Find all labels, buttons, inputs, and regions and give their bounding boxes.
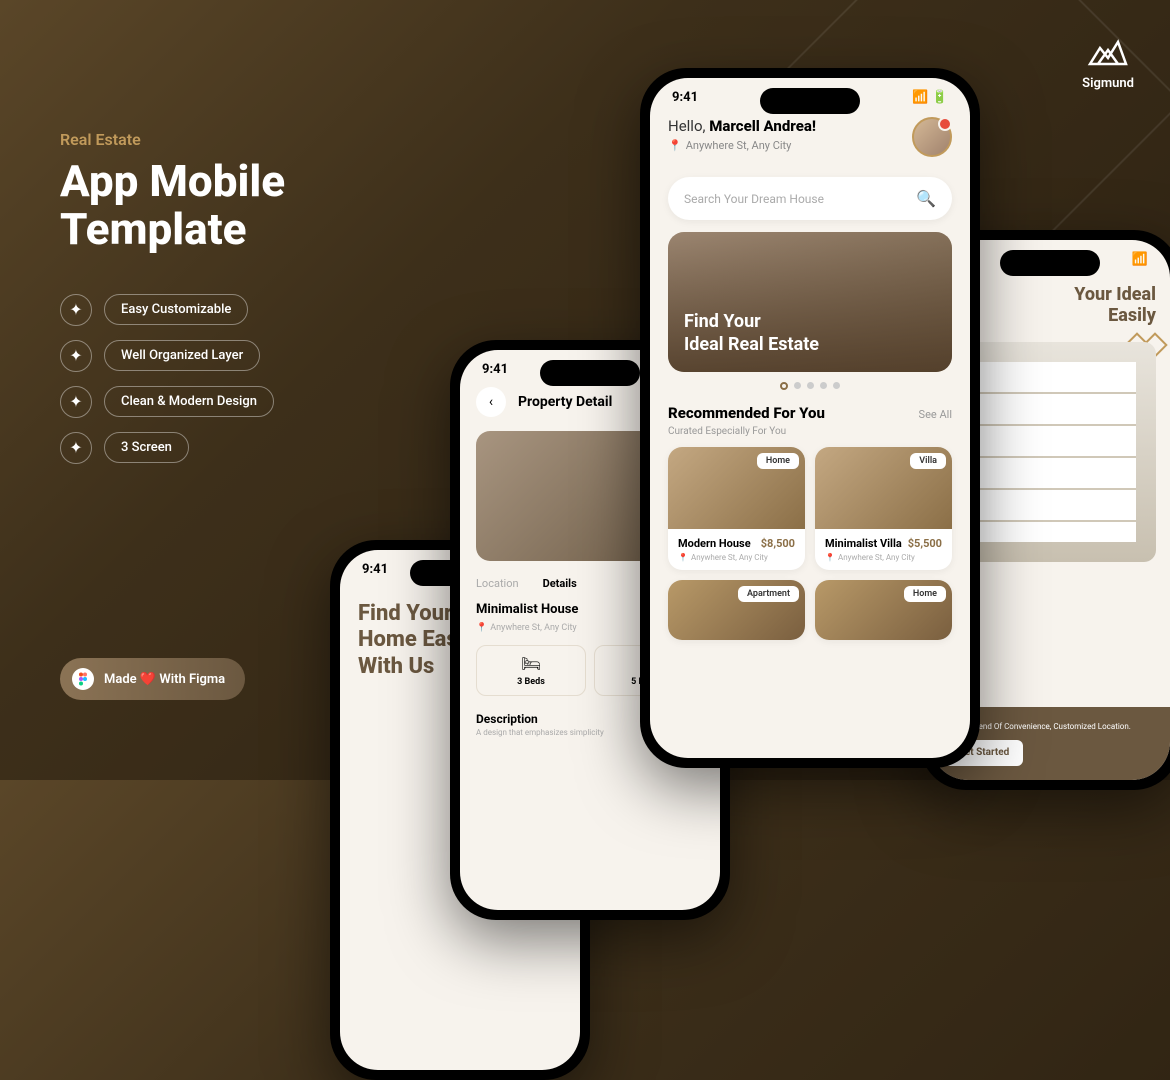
sparkle-icon: ✦ [60, 340, 92, 372]
card-location: 📍Anywhere St, Any City [678, 553, 795, 562]
greeting: Hello, Marcell Andrea! [668, 117, 816, 135]
card-name: Modern House [678, 537, 751, 550]
page-title: Property Detail [518, 394, 612, 410]
figma-icon [72, 668, 94, 690]
feature-item: Well Organized Layer [104, 340, 260, 371]
status-icons: 📶 [1132, 252, 1148, 267]
phone-mockup-1: 9:41 📶 🔋 Hello, Marcell Andrea! 📍Anywhere… [640, 68, 980, 768]
section-title: Recommended For You [668, 404, 825, 422]
feature-item: 3 Screen [104, 432, 189, 463]
card-price: $8,500 [761, 537, 795, 550]
stat-beds: 🛏3 Beds [476, 645, 586, 696]
sparkle-icon: ✦ [60, 386, 92, 418]
property-card[interactable]: Villa Minimalist Villa $5,500 📍Anywhere S… [815, 447, 952, 570]
tab-location[interactable]: Location [476, 577, 519, 590]
property-card[interactable]: Home Modern House $8,500 📍Anywhere St, An… [668, 447, 805, 570]
sparkle-icon: ✦ [60, 432, 92, 464]
pin-icon: 📍 [476, 623, 487, 633]
pin-icon: 📍 [668, 139, 682, 152]
status-time: 9:41 [362, 562, 388, 577]
feature-list: ✦ Easy Customizable ✦ Well Organized Layer… [60, 294, 440, 464]
sparkle-icon: ✦ [60, 294, 92, 326]
search-placeholder: Search Your Dream House [684, 192, 824, 206]
pin-icon: 📍 [825, 553, 835, 562]
eyebrow: Real Estate [60, 130, 440, 149]
pin-icon: 📍 [678, 553, 688, 562]
search-input[interactable]: Search Your Dream House 🔍 [668, 177, 952, 220]
see-all-link[interactable]: See All [919, 408, 952, 421]
bed-icon: 🛏 [485, 654, 577, 673]
card-price: $5,500 [908, 537, 942, 550]
back-button[interactable]: ‹ [476, 387, 506, 417]
user-location: 📍Anywhere St, Any City [668, 139, 816, 152]
section-subtitle: Curated Especially For You [650, 426, 970, 437]
tab-details[interactable]: Details [543, 577, 577, 590]
hero-banner[interactable]: Find YourIdeal Real Estate [668, 232, 952, 372]
status-icons: 📶 🔋 [912, 90, 948, 105]
feature-item: Clean & Modern Design [104, 386, 274, 417]
property-card[interactable]: Apartment [668, 580, 805, 640]
card-location: 📍Anywhere St, Any City [825, 553, 942, 562]
search-icon: 🔍 [916, 189, 936, 208]
carousel-dots[interactable] [650, 382, 970, 390]
card-tag: Villa [910, 453, 946, 469]
figma-badge: Made ❤️ With Figma [60, 658, 245, 700]
main-title: App MobileTemplate [60, 157, 440, 254]
card-tag: Home [904, 586, 946, 602]
card-name: Minimalist Villa [825, 537, 902, 550]
avatar[interactable] [912, 117, 952, 157]
feature-item: Easy Customizable [104, 294, 248, 325]
status-time: 9:41 [482, 362, 508, 377]
property-card[interactable]: Home [815, 580, 952, 640]
card-tag: Home [757, 453, 799, 469]
status-time: 9:41 [672, 90, 698, 105]
card-tag: Apartment [738, 586, 799, 602]
